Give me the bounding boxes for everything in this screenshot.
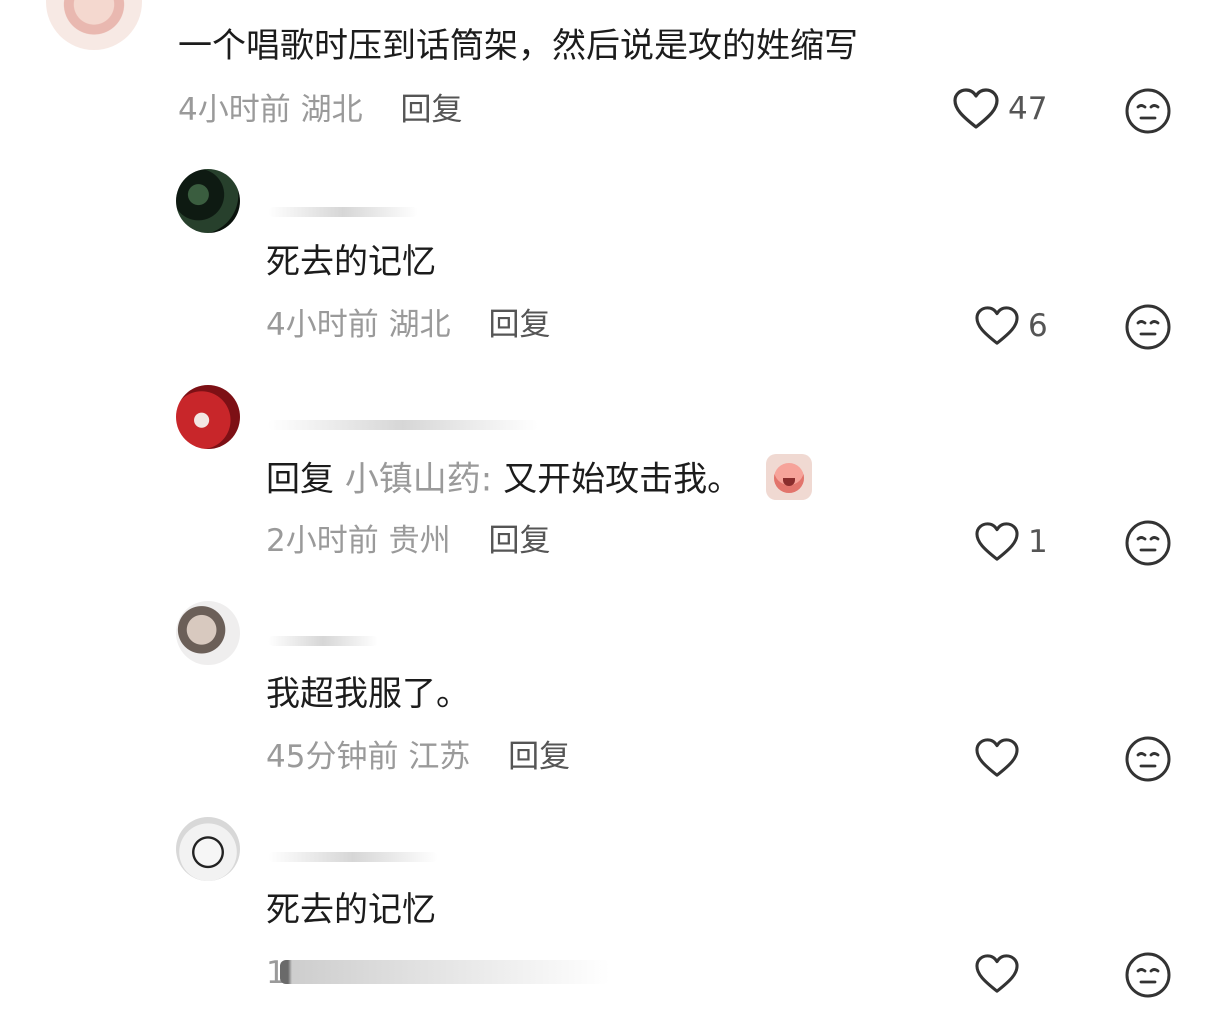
username[interactable] [268, 636, 378, 646]
reply-target-username[interactable]: 小镇山药: [345, 460, 492, 500]
neutral-face-icon[interactable] [1124, 519, 1172, 567]
heart-outline-icon [975, 954, 1019, 993]
comment-text: 我超我服了。 [266, 674, 470, 714]
comment-meta: 4小时前 湖北 回复 [266, 307, 550, 343]
comment-time: 45分钟前 [266, 739, 399, 775]
username[interactable] [268, 207, 418, 217]
like-button[interactable] [974, 953, 1028, 995]
heart-outline-icon [975, 738, 1019, 777]
comment-location: 江苏 [408, 739, 471, 775]
comment-location: 湖北 [300, 92, 363, 128]
comment-body: 又开始攻击我。 [503, 459, 742, 500]
comment-text: 死去的记忆 [266, 890, 436, 930]
comment-meta: 45分钟前 江苏 回复 [266, 739, 570, 775]
username[interactable] [268, 420, 538, 430]
comment-location: 贵州 [388, 523, 451, 559]
comment-text: 死去的记忆 [266, 242, 436, 282]
reply-button[interactable]: 回复 [488, 523, 550, 559]
comment-time: 2小时前 [266, 523, 379, 559]
comment-time: 4小时前 [266, 307, 379, 343]
heart-outline-icon [953, 88, 999, 129]
avatar[interactable] [176, 385, 240, 449]
reply-prefix: 回复 [266, 459, 334, 500]
comment-text: 回复 小镇山药: 又开始攻击我。 [266, 454, 812, 504]
reply-button[interactable]: 回复 [488, 307, 550, 343]
avatar[interactable] [176, 817, 240, 881]
crying-face-sticker [765, 454, 812, 500]
neutral-face-icon[interactable] [1124, 735, 1172, 783]
comment-meta: 4小时前 湖北 回复 [178, 92, 462, 128]
avatar[interactable] [46, 0, 142, 50]
avatar[interactable] [176, 169, 240, 233]
comment-text: 一个唱歌时压到话筒架，然后说是攻的姓缩写 [178, 26, 858, 66]
heart-outline-icon [975, 306, 1019, 345]
like-button[interactable]: 6 [974, 305, 1048, 347]
username[interactable] [268, 852, 438, 862]
avatar[interactable] [176, 601, 240, 665]
reply-button[interactable]: 回复 [508, 739, 570, 775]
neutral-face-icon[interactable] [1124, 951, 1172, 999]
heart-outline-icon [975, 522, 1019, 561]
neutral-face-icon[interactable] [1124, 303, 1172, 351]
like-button[interactable]: 1 [974, 521, 1048, 563]
comment-location: 湖北 [388, 307, 451, 343]
like-count: 6 [1028, 308, 1048, 344]
like-count: 1 [1028, 524, 1048, 560]
like-count: 47 [1008, 91, 1048, 127]
like-button[interactable]: 47 [952, 87, 1047, 131]
like-button[interactable] [974, 737, 1028, 779]
redacted-meta [280, 960, 610, 984]
neutral-face-icon[interactable] [1124, 87, 1172, 135]
comment-time: 4小时前 [178, 92, 291, 128]
reply-button[interactable]: 回复 [400, 92, 462, 128]
comment-meta: 2小时前 贵州 回复 [266, 523, 550, 559]
